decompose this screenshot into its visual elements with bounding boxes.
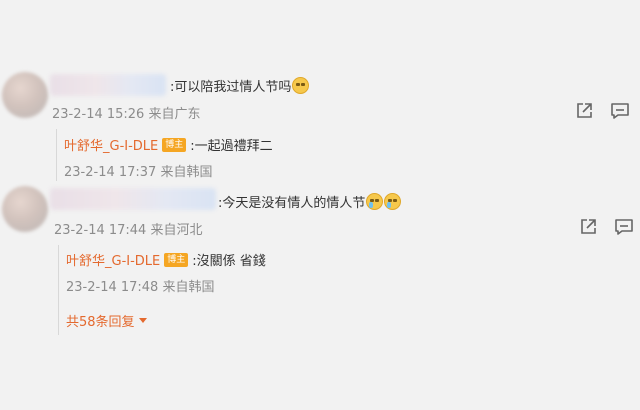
reply-line: 叶舒华_G-I-DLE 博主 :一起過禮拜二	[64, 135, 273, 154]
blush-emoji-icon	[292, 77, 310, 94]
comment-text: :可以陪我过情人节吗	[170, 76, 310, 95]
chevron-down-icon	[138, 318, 147, 323]
reply-divider	[58, 245, 59, 335]
crying-emoji-icon	[384, 193, 402, 210]
share-icon[interactable]	[578, 217, 598, 237]
username-blurred[interactable]	[50, 74, 166, 96]
blogger-badge: 博主	[162, 137, 187, 152]
share-icon[interactable]	[574, 101, 594, 121]
reply-meta: 23-2-14 17:48 来自韩国	[66, 280, 215, 295]
avatar[interactable]	[2, 72, 48, 118]
reply-text: :沒關係 省錢	[192, 254, 266, 269]
comment-text: :今天是没有情人的情人节	[218, 192, 402, 211]
reply-text: :一起過禮拜二	[190, 139, 273, 154]
comment-meta: 23-2-14 17:44 来自河北	[54, 223, 203, 238]
reply-divider	[56, 129, 57, 181]
comment-icon[interactable]	[610, 101, 630, 121]
reply-author[interactable]: 叶舒华_G-I-DLE	[66, 250, 160, 269]
reply-meta: 23-2-14 17:37 来自韩国	[64, 165, 213, 180]
avatar[interactable]	[2, 186, 48, 232]
username-blurred[interactable]	[50, 188, 216, 210]
comment-icon[interactable]	[614, 217, 634, 237]
reply-line: 叶舒华_G-I-DLE 博主 :沒關係 省錢	[66, 250, 266, 269]
more-replies-button[interactable]: 共58条回复	[66, 311, 147, 330]
comment-meta: 23-2-14 15:26 来自广东	[52, 107, 201, 122]
reply-author[interactable]: 叶舒华_G-I-DLE	[64, 135, 158, 154]
blogger-badge: 博主	[164, 252, 189, 267]
crying-emoji-icon	[366, 193, 384, 210]
